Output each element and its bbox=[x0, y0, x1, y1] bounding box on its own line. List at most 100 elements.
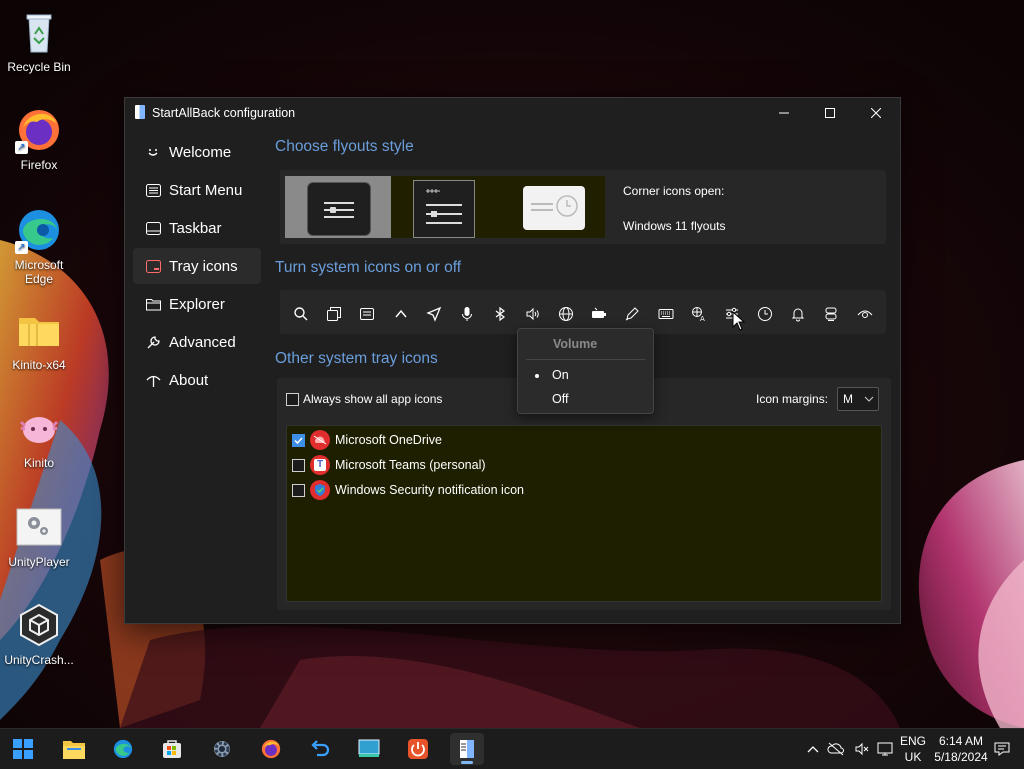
tray-app-list: Microsoft OneDrive T Microsoft Teams (pe… bbox=[286, 425, 882, 602]
unity-icon bbox=[20, 603, 58, 647]
shortcut-arrow-icon: ↗ bbox=[15, 241, 28, 254]
flyout-style-option-dark[interactable] bbox=[285, 176, 391, 238]
sidebar-item-welcome[interactable]: Welcome bbox=[133, 134, 261, 170]
about-icon bbox=[145, 372, 161, 388]
desktop-icon-unityplayer[interactable]: UnityPlayer bbox=[0, 503, 78, 569]
sidebar-item-about[interactable]: About bbox=[133, 362, 261, 398]
taskbar: ENG UK 6:14 AM 5/18/2024 bbox=[0, 728, 1024, 769]
desktop-icon-edge[interactable]: ↗ Microsoft Edge bbox=[0, 206, 78, 286]
onedrive-icon bbox=[310, 430, 330, 450]
sidebar-item-label: About bbox=[169, 371, 209, 389]
desktop-icon-label: UnityCrash... bbox=[4, 653, 74, 667]
language-icon[interactable]: A bbox=[685, 300, 713, 328]
volume-popup-header: Volume bbox=[553, 337, 598, 351]
maximize-icon bbox=[825, 108, 835, 118]
volume-popup-menu: Volume On Off bbox=[517, 328, 654, 414]
flyout-style-option-classic[interactable] bbox=[391, 176, 495, 238]
close-button[interactable] bbox=[853, 98, 899, 128]
icon-margins-label: Icon margins: bbox=[756, 392, 829, 406]
taskbar-file-explorer[interactable] bbox=[57, 733, 91, 765]
desktop-icon-label: Kinito bbox=[23, 456, 55, 470]
axolotl-icon bbox=[19, 417, 59, 443]
chevron-down-icon bbox=[864, 396, 874, 402]
start-button[interactable] bbox=[6, 733, 40, 765]
pen-icon[interactable] bbox=[618, 300, 646, 328]
clock-preview-icon bbox=[531, 195, 578, 217]
teams-checkbox[interactable] bbox=[292, 458, 305, 472]
taskbar-power-app[interactable] bbox=[401, 733, 435, 765]
windows-security-checkbox[interactable] bbox=[292, 483, 305, 497]
list-item[interactable]: Windows Security notification icon bbox=[292, 478, 524, 502]
flyout-style-option-win11[interactable] bbox=[495, 176, 605, 238]
list-item-label: Microsoft Teams (personal) bbox=[335, 458, 486, 472]
close-icon bbox=[871, 108, 881, 118]
network-icon[interactable] bbox=[552, 300, 580, 328]
chevron-up-icon[interactable] bbox=[387, 300, 415, 328]
notification-icon[interactable] bbox=[994, 741, 1010, 757]
windows-security-icon bbox=[310, 480, 330, 500]
list-item[interactable]: Microsoft OneDrive bbox=[292, 428, 442, 452]
taskbar-store[interactable] bbox=[155, 733, 189, 765]
desktop-icon-kinito[interactable]: Kinito bbox=[0, 404, 78, 470]
always-show-checkbox[interactable] bbox=[286, 392, 299, 406]
sidebar-item-label: Start Menu bbox=[169, 181, 243, 199]
volume-option-on[interactable]: On bbox=[524, 366, 647, 386]
store-icon bbox=[163, 740, 181, 758]
always-show-checkbox-row[interactable]: Always show all app icons bbox=[286, 392, 442, 406]
wrench-icon bbox=[145, 334, 161, 350]
copilot-icon[interactable] bbox=[817, 300, 845, 328]
taskbar-undo-app[interactable] bbox=[303, 733, 337, 765]
other-tray-section-title: Other system tray icons bbox=[275, 350, 438, 367]
desktop-icon-unitycrash[interactable]: UnityCrash... bbox=[0, 601, 78, 667]
desktop-icon-label: UnityPlayer bbox=[8, 555, 70, 569]
sidebar-item-advanced[interactable]: Advanced bbox=[133, 324, 261, 360]
input-language-indicator[interactable]: ENG UK bbox=[898, 733, 928, 765]
clock-area[interactable]: 6:14 AM 5/18/2024 bbox=[931, 733, 991, 765]
sidebar-item-taskbar[interactable]: Taskbar bbox=[133, 210, 261, 246]
touch-keyboard-icon[interactable] bbox=[652, 300, 680, 328]
desktop-icon-firefox[interactable]: ↗ Firefox bbox=[0, 106, 78, 172]
minimize-button[interactable] bbox=[761, 98, 807, 128]
onedrive-checkbox[interactable] bbox=[292, 433, 305, 447]
taskbar-settings[interactable] bbox=[205, 733, 239, 765]
maximize-button[interactable] bbox=[807, 98, 853, 128]
window-titlebar[interactable]: StartAllBack configuration bbox=[125, 98, 900, 128]
desktop-icon-label: Microsoft Edge bbox=[14, 258, 64, 286]
bell-icon[interactable] bbox=[784, 300, 812, 328]
sidebar-item-tray-icons[interactable]: Tray icons bbox=[133, 248, 261, 284]
start-menu-icon bbox=[145, 182, 161, 198]
icon-margins-value: M bbox=[843, 392, 853, 406]
volume-option-off[interactable]: Off bbox=[524, 390, 647, 410]
language-code: ENG bbox=[899, 734, 926, 748]
eye-icon[interactable] bbox=[851, 300, 879, 328]
taskbar-edge[interactable] bbox=[106, 733, 140, 765]
icon-margins-select[interactable]: M bbox=[837, 387, 879, 411]
location-icon[interactable] bbox=[420, 300, 448, 328]
list-item[interactable]: T Microsoft Teams (personal) bbox=[292, 453, 486, 477]
sidebar-item-start-menu[interactable]: Start Menu bbox=[133, 172, 261, 208]
desktop-icon-recycle-bin[interactable]: Recycle Bin bbox=[0, 8, 78, 74]
network-monitor-icon[interactable] bbox=[877, 741, 893, 757]
menu-item-label: On bbox=[552, 368, 569, 382]
battery-icon[interactable] bbox=[585, 300, 613, 328]
taskbar-monitor-app[interactable] bbox=[352, 733, 386, 765]
taskbar-startallback[interactable] bbox=[450, 733, 484, 765]
sidebar-item-label: Welcome bbox=[169, 143, 232, 161]
startallback-app-icon bbox=[135, 105, 145, 119]
sidebar-item-explorer[interactable]: Explorer bbox=[133, 286, 261, 322]
desktop-icon-label: Firefox bbox=[20, 158, 58, 172]
volume-icon[interactable] bbox=[519, 300, 547, 328]
microphone-icon[interactable] bbox=[453, 300, 481, 328]
task-view-icon[interactable] bbox=[320, 300, 348, 328]
onedrive-offline-icon[interactable] bbox=[827, 742, 845, 756]
sidebar-item-label: Advanced bbox=[169, 333, 236, 351]
desktop-icon-kinito-x64[interactable]: Kinito-x64 bbox=[0, 306, 78, 372]
chevron-up-icon[interactable] bbox=[807, 745, 819, 753]
bluetooth-icon[interactable] bbox=[486, 300, 514, 328]
search-icon[interactable] bbox=[287, 300, 315, 328]
widgets-icon[interactable] bbox=[353, 300, 381, 328]
clock-icon[interactable] bbox=[751, 300, 779, 328]
taskbar-firefox[interactable] bbox=[254, 733, 288, 765]
sidebar-item-label: Tray icons bbox=[169, 257, 238, 275]
volume-muted-icon[interactable] bbox=[854, 741, 870, 757]
